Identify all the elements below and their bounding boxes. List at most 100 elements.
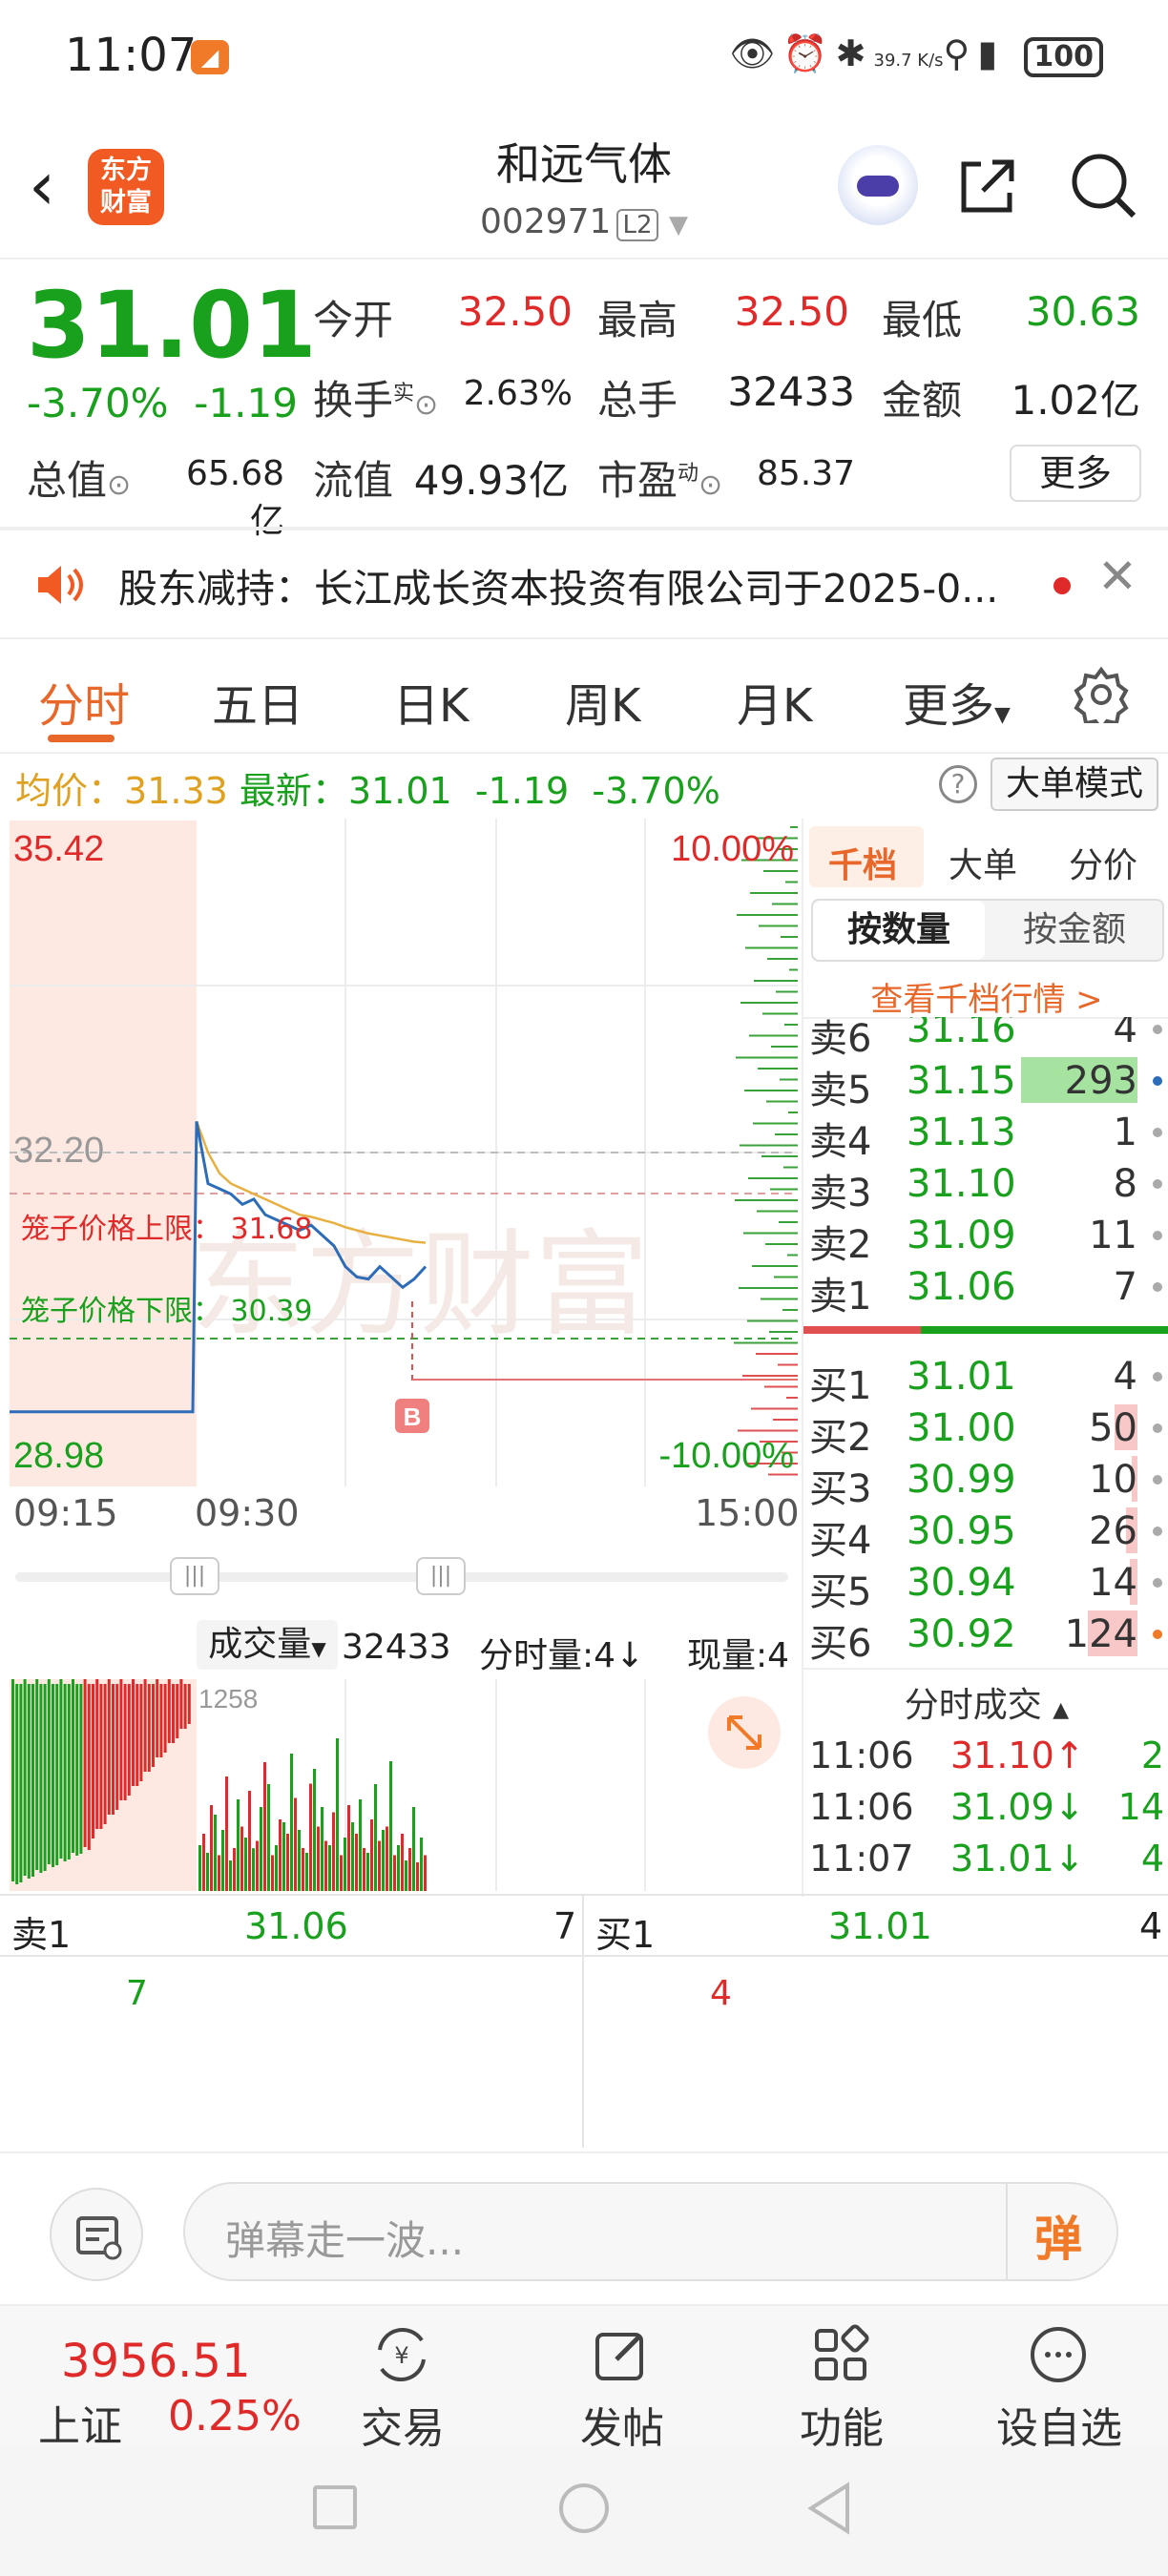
nav-trade[interactable]: 交易: [317, 2394, 489, 2455]
volume-bar: [401, 1834, 404, 1891]
price-change: -3.70% -1.19: [27, 380, 298, 426]
bid-row[interactable]: 买5 30.94 14: [803, 1557, 1168, 1614]
divider: [582, 1957, 584, 2148]
by-qty-button[interactable]: 按数量: [813, 901, 985, 960]
settings-gear-icon[interactable]: [1073, 666, 1130, 723]
speaker-icon: [38, 566, 83, 604]
ask-row[interactable]: 卖1 31.06 7: [803, 1261, 1168, 1319]
post-icon[interactable]: [590, 2323, 653, 2386]
depth-bar: [750, 892, 798, 894]
level-dot: [1153, 1372, 1162, 1381]
close-icon[interactable]: ✕: [1097, 549, 1137, 604]
help-icon[interactable]: ?: [939, 765, 977, 803]
volume-bar: [305, 1853, 308, 1891]
bid-row[interactable]: 买6 30.92 124: [803, 1609, 1168, 1666]
buy-marker-text: B: [404, 1402, 422, 1431]
volume-bar: [31, 1684, 34, 1877]
tab-weekly-k[interactable]: 周K: [565, 668, 640, 735]
nav-add-watchlist[interactable]: 设自选: [973, 2394, 1145, 2455]
app-notification-icon: ◢: [191, 40, 229, 74]
search-icon[interactable]: [1067, 149, 1139, 221]
time-range-slider[interactable]: ||| |||: [15, 1544, 788, 1610]
danmaku-settings-icon[interactable]: [50, 2188, 143, 2281]
bid-row[interactable]: 买1 31.01 4: [803, 1351, 1168, 1408]
tab-price-dist[interactable]: 分价: [1069, 838, 1137, 887]
bid-row[interactable]: 买2 31.00 50: [803, 1402, 1168, 1460]
volume-bar: [92, 1684, 94, 1839]
nav-post[interactable]: 发帖: [536, 2394, 708, 2455]
intraday-chart[interactable]: 东方财富 B 35.42 32.20 笼子价格上限： 31.68 笼子价格下限：…: [0, 819, 798, 1486]
big-order-mode-button[interactable]: 大单模式: [991, 758, 1158, 811]
ask-row[interactable]: 卖3 31.10 8: [803, 1158, 1168, 1215]
ask-row[interactable]: 卖4 31.13 1: [803, 1107, 1168, 1164]
add-watchlist-icon[interactable]: [1027, 2323, 1090, 2386]
depth-bar: [769, 1331, 798, 1333]
time-axis: 09:15 09:30 15:00: [0, 1486, 800, 1544]
tab-monthly-k[interactable]: 月K: [737, 668, 812, 735]
volume-bar: [386, 1826, 388, 1891]
index-pct[interactable]: 0.25%: [168, 2392, 302, 2441]
back-nav-icon[interactable]: [805, 2482, 853, 2535]
volume-bar: [147, 1684, 151, 1772]
bid-qty: 14: [1089, 1561, 1137, 1605]
depth-bar: [788, 1111, 798, 1113]
tab-daily-k[interactable]: 日K: [393, 668, 469, 735]
bid-price: 30.99: [907, 1458, 1016, 1502]
volume-bar: [75, 1684, 79, 1856]
depth-bar: [759, 924, 798, 927]
tab-thousand-levels[interactable]: 千档: [828, 838, 897, 887]
ticks-header[interactable]: 分时成交 ▲: [803, 1677, 1168, 1727]
depth-bar: [740, 1002, 798, 1004]
more-button[interactable]: 更多: [1010, 445, 1141, 502]
home-button[interactable]: [559, 2483, 609, 2533]
svg-text:¥: ¥: [394, 2342, 408, 2369]
bid-row[interactable]: 买4 30.95 26: [803, 1506, 1168, 1563]
depth-bar: [763, 870, 798, 872]
by-amount-button[interactable]: 按金额: [989, 901, 1160, 960]
assistant-robot-icon[interactable]: [838, 145, 918, 225]
volume-bar: [267, 1784, 270, 1891]
nav-functions[interactable]: 功能: [756, 2394, 928, 2455]
bid-row[interactable]: 买3 30.99 10: [803, 1454, 1168, 1511]
trade-icon[interactable]: ¥: [370, 2323, 433, 2386]
tab-more[interactable]: 更多▼: [903, 668, 1011, 735]
tab-big-orders[interactable]: 大单: [949, 838, 1017, 887]
index-value[interactable]: 3956.51: [61, 2335, 251, 2388]
functions-icon[interactable]: [809, 2323, 872, 2386]
ask-queue-item: 7: [126, 1974, 148, 2013]
volume-bar: [240, 1826, 243, 1891]
volume-bar: [115, 1684, 119, 1810]
volume-bar: [286, 1834, 289, 1891]
notice-bar[interactable]: 股东减持：长江成长资本投资有限公司于2025-0... ✕: [0, 530, 1168, 639]
unread-dot: [1053, 577, 1071, 594]
float-label: 流值: [313, 457, 394, 504]
share-icon[interactable]: [954, 153, 1021, 219]
volume-indicator-select[interactable]: 成交量▼: [197, 1620, 338, 1670]
slider-handle-right[interactable]: |||: [416, 1557, 466, 1595]
mcap-label[interactable]: 总值⊙: [27, 448, 131, 507]
volume-bar: [340, 1855, 343, 1891]
danmaku-input[interactable]: 弹幕走一波... 弹: [183, 2182, 1118, 2281]
turnover-label[interactable]: 换手实⊙: [313, 368, 438, 426]
volume-chart[interactable]: 1258: [0, 1679, 798, 1891]
tab-intraday[interactable]: 分时: [38, 668, 130, 735]
thousand-levels-link[interactable]: 查看千档行情 >: [803, 973, 1168, 1020]
volume-bar: [27, 1684, 31, 1879]
danmaku-toggle-button[interactable]: 弹: [1034, 2201, 1082, 2270]
recents-button[interactable]: [313, 2485, 357, 2529]
ask-row[interactable]: 卖6 31.16 4: [803, 1017, 1168, 1061]
tab-5day[interactable]: 五日: [212, 668, 303, 735]
stock-header: ‹ 东方财富 和远气体 002971 L2 ▼: [0, 114, 1168, 258]
ask-row[interactable]: 卖2 31.09 11: [803, 1210, 1168, 1267]
index-name[interactable]: 上证: [38, 2392, 122, 2453]
pe-label[interactable]: 市盈动⊙: [597, 448, 722, 507]
turnover-value: 2.63%: [463, 374, 573, 413]
active-tab-underline: [48, 735, 115, 742]
volume-bar: [127, 1684, 131, 1796]
depth-bar: [738, 1429, 798, 1432]
ask-row[interactable]: 卖5 31.15 293: [803, 1055, 1168, 1112]
depth-bar: [742, 1375, 798, 1377]
net-speed: 39.7 K/s: [873, 51, 944, 71]
slider-handle-left[interactable]: |||: [170, 1557, 219, 1595]
volume-bar: [67, 1684, 71, 1859]
